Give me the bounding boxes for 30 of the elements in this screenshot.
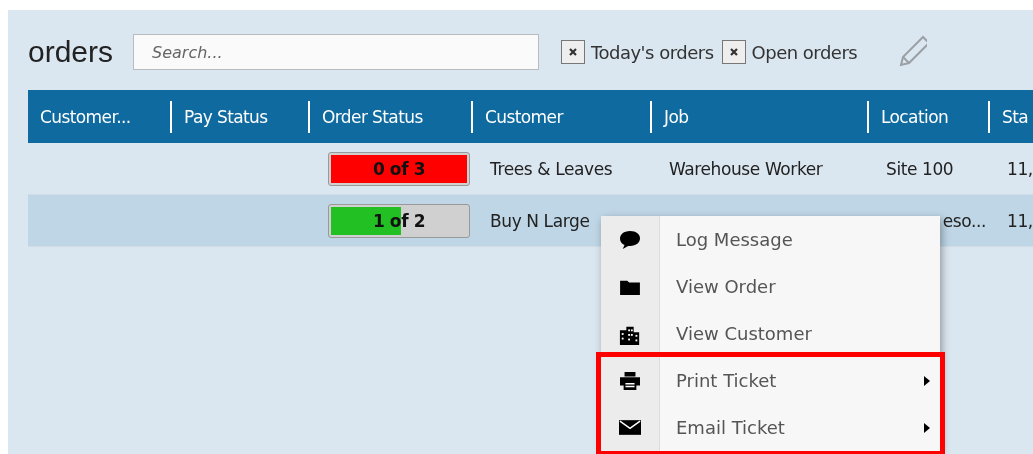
column-header[interactable]: Customer... xyxy=(40,106,131,127)
table-cell: Buy N Large xyxy=(490,210,590,231)
table-cell: Warehouse Worker xyxy=(669,158,823,179)
progress-text: 0 of 3 xyxy=(372,158,426,179)
menu-item[interactable]: View Customer xyxy=(601,310,940,357)
search-field[interactable]: Search... xyxy=(133,34,540,70)
cross-icon xyxy=(728,47,739,57)
cross-icon xyxy=(568,47,579,57)
table-cell: 11, xyxy=(1007,158,1033,179)
filter-label: Open orders xyxy=(751,41,858,63)
page-title: orders xyxy=(28,35,114,69)
menu-item[interactable]: Email Ticket xyxy=(601,404,940,451)
table-cell: 11, xyxy=(1007,210,1033,231)
column-header[interactable]: Customer xyxy=(485,106,563,127)
speech-bubble-icon xyxy=(619,229,641,250)
filter-label: Today's orders xyxy=(591,41,714,63)
envelope-icon xyxy=(619,420,641,435)
column-header[interactable]: Pay Status xyxy=(184,106,268,127)
checkbox[interactable] xyxy=(561,40,586,64)
column-header[interactable]: Order Status xyxy=(322,106,423,127)
menu-item[interactable]: View Order xyxy=(601,263,940,310)
table-cell: Trees & Leaves xyxy=(490,158,613,179)
table-cell: Site 100 xyxy=(886,158,954,179)
checkbox[interactable] xyxy=(721,40,746,64)
menu-item[interactable]: Print Ticket xyxy=(601,357,940,404)
printer-icon xyxy=(619,370,641,391)
column-header[interactable]: Job xyxy=(664,106,689,127)
column-header[interactable]: Location xyxy=(881,106,949,127)
column-header[interactable]: Sta xyxy=(1002,106,1029,127)
table-cell: eso... xyxy=(942,210,986,231)
